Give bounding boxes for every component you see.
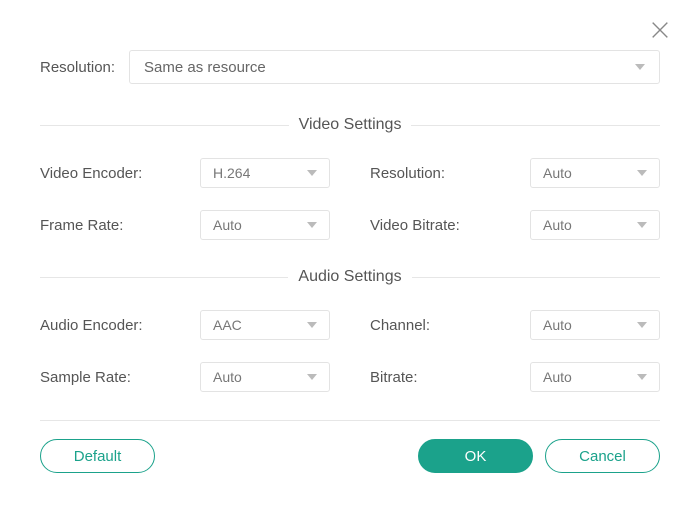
default-button-label: Default [74,448,122,465]
audio-bitrate-label: Bitrate: [370,369,418,386]
sample-rate-select[interactable]: Auto [200,362,330,392]
top-resolution-value: Same as resource [144,59,266,76]
chevron-down-icon [637,170,647,176]
close-button[interactable] [648,20,672,44]
sample-rate-label: Sample Rate: [40,369,131,386]
frame-rate-label: Frame Rate: [40,217,123,234]
audio-settings-header: Audio Settings [40,268,660,286]
video-resolution-value: Auto [543,165,572,181]
close-icon [649,19,671,45]
cancel-button[interactable]: Cancel [545,439,660,473]
video-resolution-label: Resolution: [370,165,445,182]
video-settings-title: Video Settings [299,116,402,134]
audio-encoder-select[interactable]: AAC [200,310,330,340]
channel-value: Auto [543,317,572,333]
footer-divider [40,420,660,421]
top-resolution-label: Resolution: [40,59,115,76]
video-resolution-select[interactable]: Auto [530,158,660,188]
video-bitrate-select[interactable]: Auto [530,210,660,240]
video-encoder-value: H.264 [213,165,250,181]
audio-encoder-value: AAC [213,317,242,333]
chevron-down-icon [637,322,647,328]
default-button[interactable]: Default [40,439,155,473]
video-encoder-label: Video Encoder: [40,165,142,182]
channel-label: Channel: [370,317,430,334]
video-bitrate-label: Video Bitrate: [370,217,460,234]
audio-bitrate-value: Auto [543,369,572,385]
chevron-down-icon [307,222,317,228]
top-resolution-select[interactable]: Same as resource [129,50,660,84]
cancel-button-label: Cancel [579,448,626,465]
ok-button[interactable]: OK [418,439,533,473]
audio-settings-title: Audio Settings [298,268,401,286]
chevron-down-icon [307,374,317,380]
chevron-down-icon [635,64,645,70]
chevron-down-icon [307,170,317,176]
video-settings-header: Video Settings [40,116,660,134]
chevron-down-icon [637,222,647,228]
ok-button-label: OK [465,448,487,465]
chevron-down-icon [307,322,317,328]
frame-rate-value: Auto [213,217,242,233]
channel-select[interactable]: Auto [530,310,660,340]
chevron-down-icon [637,374,647,380]
sample-rate-value: Auto [213,369,242,385]
audio-bitrate-select[interactable]: Auto [530,362,660,392]
audio-encoder-label: Audio Encoder: [40,317,143,334]
video-encoder-select[interactable]: H.264 [200,158,330,188]
frame-rate-select[interactable]: Auto [200,210,330,240]
video-bitrate-value: Auto [543,217,572,233]
